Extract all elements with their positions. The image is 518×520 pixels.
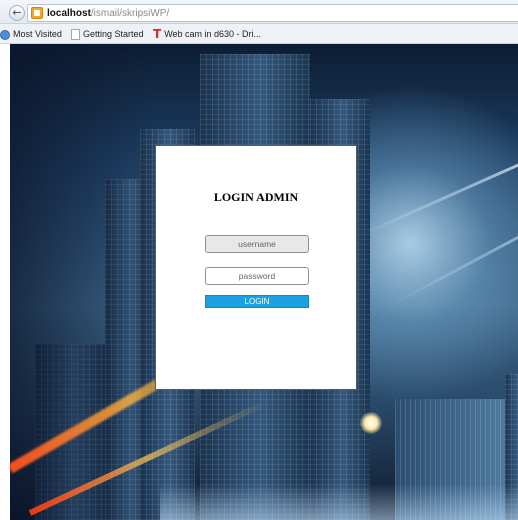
bookmarks-bar: Most Visited Getting Started T Web cam in… [0, 24, 518, 44]
globe-icon [0, 29, 10, 40]
username-input[interactable] [205, 235, 309, 253]
bookmark-label: Web cam in d630 - Dri... [164, 29, 262, 40]
url-field[interactable]: localhost/ismail/skripsiWP/ [27, 4, 518, 22]
bookmark-label: Most Visited [13, 29, 62, 40]
url-host: localhost [47, 8, 91, 19]
url-text: localhost/ismail/skripsiWP/ [47, 7, 169, 20]
login-card: LOGIN ADMIN LOGIN [155, 145, 357, 390]
login-button[interactable]: LOGIN [205, 295, 309, 308]
login-title: LOGIN ADMIN [213, 190, 299, 204]
background-road-glow [160, 484, 518, 520]
bookmark-most-visited[interactable]: Most Visited [0, 28, 62, 41]
password-input[interactable] [205, 267, 309, 285]
bookmark-getting-started[interactable]: Getting Started [71, 28, 144, 41]
background-lens-flare [360, 412, 382, 434]
background-haze [10, 44, 150, 520]
url-path: /ismail/skripsiWP/ [90, 8, 170, 19]
t-brand-icon: T [153, 27, 162, 42]
page-viewport: LOGIN ADMIN LOGIN [10, 44, 518, 520]
site-favicon-icon [31, 7, 43, 19]
bookmark-label: Getting Started [83, 29, 144, 40]
back-arrow-icon[interactable]: ← [9, 5, 25, 21]
bookmark-web-cam[interactable]: T Web cam in d630 - Dri... [153, 28, 261, 41]
page-icon [71, 29, 80, 41]
address-bar: ← localhost/ismail/skripsiWP/ [0, 0, 518, 24]
